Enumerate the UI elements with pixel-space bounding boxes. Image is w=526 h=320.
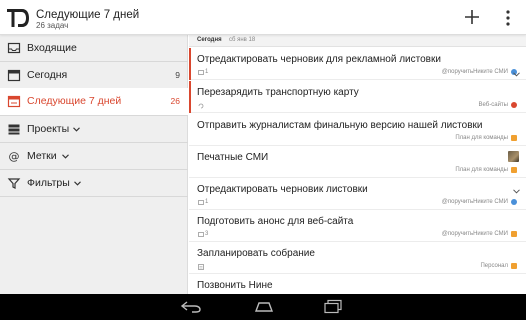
task-item[interactable]: Печатные СМИ План для команды	[189, 146, 526, 178]
recent-apps-icon[interactable]	[322, 299, 344, 314]
task-item[interactable]: Позвонить Нине	[189, 274, 526, 294]
back-icon[interactable]	[180, 300, 202, 313]
task-title: Отредактировать черновик для рекламной л…	[197, 54, 441, 65]
person-icon	[511, 231, 517, 237]
task-project: План для команды	[455, 167, 508, 173]
chevron-down-icon[interactable]	[74, 181, 81, 186]
sidebar-item-filters[interactable]: Фильтры	[0, 170, 188, 197]
sidebar-item-next-7-days[interactable]: Следующие 7 дней 26	[0, 88, 188, 115]
comment-icon	[198, 70, 204, 75]
sidebar-item-projects[interactable]: Проекты	[0, 116, 188, 143]
task-project: Персонал	[480, 263, 508, 269]
svg-text:@: @	[9, 150, 20, 163]
sidebar-item-inbox[interactable]: Входящие	[0, 35, 188, 62]
task-title: Отправить журналистам финальную версию н…	[197, 120, 483, 131]
avatar[interactable]	[508, 151, 519, 162]
comment-count: 3	[205, 231, 209, 237]
chevron-down-icon[interactable]	[62, 154, 69, 159]
person-icon	[511, 263, 517, 269]
task-title: Печатные СМИ	[197, 152, 269, 163]
project-color-dot	[511, 102, 517, 108]
task-project: @поручитьНиките СМИ	[441, 69, 508, 75]
calendar-week-icon	[7, 95, 21, 108]
sidebar-item-count: 26	[170, 96, 180, 106]
section-header: Сегодня сб янв 18	[189, 35, 526, 47]
sidebar-item-label: Проекты	[27, 123, 70, 135]
task-item[interactable]: Отправить журналистам финальную версию н…	[189, 114, 526, 146]
priority-marker	[189, 81, 191, 113]
sidebar-item-label: Входящие	[27, 42, 77, 54]
task-item[interactable]: Отредактировать черновик листовки 1 @пор…	[189, 178, 526, 210]
task-title: Позвонить Нине	[197, 280, 273, 291]
project-color-dot	[511, 199, 517, 205]
person-icon	[511, 135, 517, 141]
filter-icon	[7, 178, 21, 189]
sidebar-item-labels[interactable]: @ Метки	[0, 143, 188, 170]
task-item[interactable]: Перезарядить транспортную карту Веб-сайт…	[189, 81, 526, 113]
chevron-down-icon[interactable]	[513, 72, 520, 77]
task-count: 26 задач	[36, 21, 69, 30]
home-icon[interactable]	[253, 300, 275, 313]
comment-count: 1	[205, 199, 209, 205]
task-item[interactable]: Подготовить анонс для веб-сайта 3 @поруч…	[189, 210, 526, 242]
at-icon: @	[9, 150, 20, 163]
task-item[interactable]: Запланировать собрание Персонал	[189, 242, 526, 274]
priority-marker	[189, 48, 191, 80]
calendar-icon	[7, 69, 21, 82]
projects-icon	[8, 124, 20, 135]
task-list[interactable]: Сегодня сб янв 18 Отредактировать чернов…	[189, 35, 526, 294]
app-logo-icon[interactable]	[6, 7, 30, 29]
more-vert-icon[interactable]	[503, 9, 513, 27]
person-icon	[511, 167, 517, 173]
section-date: сб янв 18	[229, 37, 256, 43]
task-title: Отредактировать черновик листовки	[197, 184, 368, 195]
task-title: Перезарядить транспортную карту	[197, 87, 359, 98]
task-title: Запланировать собрание	[197, 248, 315, 259]
task-project: Веб-сайты	[478, 102, 508, 108]
comment-icon	[198, 200, 204, 205]
chevron-down-icon[interactable]	[73, 127, 80, 132]
sidebar: Входящие Сегодня 9 Следующие 7 дней 26 П…	[0, 35, 188, 294]
sidebar-item-count: 9	[175, 70, 180, 80]
task-item[interactable]: Отредактировать черновик для рекламной л…	[189, 48, 526, 80]
system-nav-bar	[0, 294, 526, 320]
sidebar-item-label: Сегодня	[27, 69, 68, 81]
task-project: @поручитьНиките СМИ	[441, 231, 508, 237]
task-project: @поручитьНиките СМИ	[441, 199, 508, 205]
sidebar-item-label: Метки	[27, 150, 57, 162]
section-title: Сегодня	[197, 37, 222, 43]
chevron-down-icon[interactable]	[513, 189, 520, 194]
page-title: Следующие 7 дней	[36, 9, 140, 21]
sidebar-item-today[interactable]: Сегодня 9	[0, 62, 188, 89]
add-task-button[interactable]	[464, 9, 480, 25]
task-project: План для команды	[455, 135, 508, 141]
sidebar-item-label: Фильтры	[27, 177, 70, 189]
app-bar: Следующие 7 дней 26 задач	[0, 0, 526, 35]
divider	[0, 196, 188, 197]
sidebar-item-label: Следующие 7 дней	[27, 95, 122, 107]
recurring-icon	[198, 103, 204, 109]
comment-count: 1	[205, 69, 209, 75]
screen: Следующие 7 дней 26 задач Входящие Сегод…	[0, 0, 526, 320]
inbox-icon	[7, 42, 21, 54]
note-icon	[198, 264, 204, 270]
comment-icon	[198, 232, 204, 237]
task-title: Подготовить анонс для веб-сайта	[197, 216, 354, 227]
